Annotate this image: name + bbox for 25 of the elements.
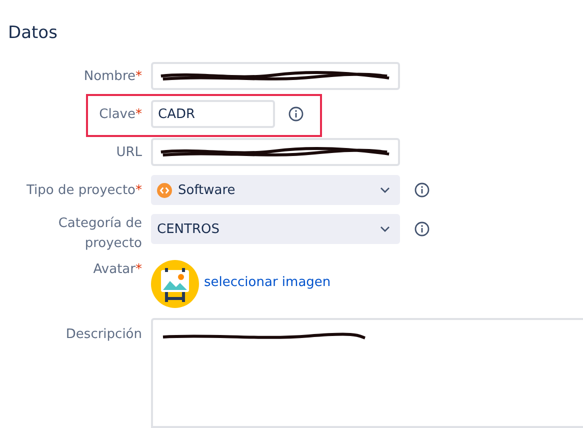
- required-asterisk: *: [136, 106, 142, 122]
- text-field[interactable]: CADR: [151, 100, 275, 128]
- field-label: Nombre: [84, 68, 136, 84]
- field-label: Avatar: [93, 262, 136, 277]
- text-field[interactable]: [151, 62, 400, 90]
- field-label: URL: [116, 144, 142, 160]
- select-image-link[interactable]: seleccionar imagen: [204, 275, 331, 290]
- field-label: Tipo de proyecto: [26, 182, 136, 198]
- field-label: Descripción: [66, 327, 142, 342]
- info-icon[interactable]: [414, 221, 430, 237]
- required-asterisk: *: [136, 182, 142, 198]
- avatar-image-icon[interactable]: [151, 260, 199, 308]
- required-asterisk: *: [136, 68, 142, 84]
- section-title: Datos: [7, 22, 58, 45]
- chevron-down-icon: [380, 226, 390, 232]
- text-field[interactable]: [151, 138, 400, 166]
- description-field[interactable]: [151, 318, 583, 428]
- field-label: Clave: [99, 106, 136, 122]
- required-asterisk: *: [136, 262, 142, 277]
- info-icon[interactable]: [288, 106, 304, 122]
- info-icon[interactable]: [414, 182, 430, 198]
- chevron-down-icon: [380, 187, 390, 193]
- dropdown[interactable]: CENTROS: [151, 214, 400, 244]
- dropdown[interactable]: Software: [151, 175, 400, 205]
- field-label: Categoría de proyecto: [58, 216, 142, 251]
